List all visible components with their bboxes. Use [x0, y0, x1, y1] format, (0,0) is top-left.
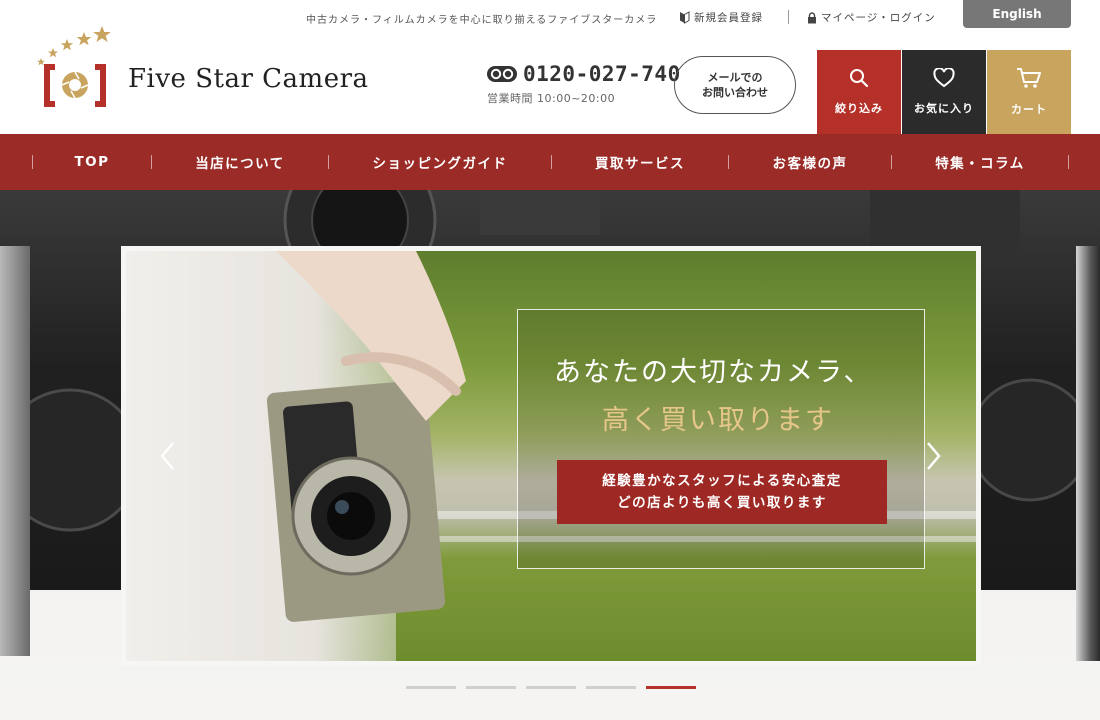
- mail-label-line1: メールでの: [707, 71, 763, 84]
- mypage-login-link[interactable]: マイページ・ログイン: [807, 10, 936, 25]
- search-icon: [850, 69, 869, 88]
- slider-dot[interactable]: [406, 686, 456, 689]
- slider-dot[interactable]: [466, 686, 516, 689]
- filter-label: 絞り込み: [835, 102, 883, 115]
- logo-emblem: [37, 26, 111, 107]
- business-hours: 営業時間 10:00~20:00: [487, 92, 616, 105]
- beginner-mark-icon: [680, 11, 690, 24]
- nav-item-shopping-guide[interactable]: ショッピングガイド: [329, 134, 551, 190]
- slider-dot-active[interactable]: [646, 686, 696, 689]
- hero-slide[interactable]: あなたの大切なカメラ、 高く買い取ります 経験豊かなスタッフによる安心査定 どの…: [121, 246, 981, 666]
- utility-divider: [788, 10, 789, 24]
- english-button[interactable]: English: [963, 0, 1071, 28]
- hero-slide-image: あなたの大切なカメラ、 高く買い取ります 経験豊かなスタッフによる安心査定 どの…: [126, 251, 976, 661]
- chevron-left-icon: [160, 442, 174, 470]
- register-link[interactable]: 新規会員登録: [679, 10, 763, 25]
- hero-cta-badge[interactable]: 経験豊かなスタッフによる安心査定 どの店よりも高く買い取ります: [557, 460, 887, 524]
- hero-copy-box: あなたの大切なカメラ、 高く買い取ります 経験豊かなスタッフによる安心査定 どの…: [517, 309, 925, 569]
- previous-slide-peek: [0, 246, 30, 656]
- hero-badge-line2: どの店よりも高く買い取ります: [617, 495, 827, 511]
- nav-item-about[interactable]: 当店について: [152, 134, 328, 190]
- filter-search-button[interactable]: 絞り込み: [817, 50, 901, 134]
- cart-icon: [1017, 68, 1041, 88]
- nav-item-top[interactable]: TOP: [33, 134, 151, 190]
- logo-wordmark: Five Star Camera: [128, 64, 369, 94]
- slider-pagination: [406, 686, 696, 689]
- phone-number-text: 0120-027-740: [523, 62, 681, 86]
- hero-headline-line2: 高く買い取ります: [602, 405, 834, 436]
- slider-dot[interactable]: [586, 686, 636, 689]
- hero-headline-line1: あなたの大切なカメラ、: [554, 357, 873, 388]
- slider-dot[interactable]: [526, 686, 576, 689]
- heart-icon: [933, 68, 955, 88]
- mail-label-line2: お問い合わせ: [702, 86, 768, 99]
- mail-inquiry-button[interactable]: メールでの お問い合わせ: [674, 56, 796, 114]
- slider-prev-arrow[interactable]: [155, 438, 179, 474]
- nav-item-features[interactable]: 特集・コラム: [892, 134, 1068, 190]
- slider-next-arrow[interactable]: [922, 438, 946, 474]
- nav-item-buyback[interactable]: 買取サービス: [552, 134, 728, 190]
- chevron-right-icon: [927, 442, 941, 470]
- cart-button[interactable]: カート: [987, 50, 1071, 134]
- site-logo[interactable]: Five Star Camera: [33, 26, 378, 110]
- site-tagline: 中古カメラ・フィルムカメラを中心に取り揃えるファイブスターカメラ: [306, 15, 658, 26]
- phone-number[interactable]: 0120-027-740: [487, 62, 681, 86]
- main-nav: TOP 当店について ショッピングガイド 買取サービス お客様の声 特集・コラム: [0, 134, 1100, 190]
- next-slide-peek: [1076, 246, 1100, 661]
- register-label: 新規会員登録: [694, 12, 763, 24]
- mypage-label: マイページ・ログイン: [821, 12, 936, 24]
- hero-badge-line1: 経験豊かなスタッフによる安心査定: [602, 473, 842, 489]
- freedial-icon: [487, 66, 517, 82]
- nav-divider: [1068, 155, 1069, 169]
- favorites-label: お気に入り: [914, 102, 974, 115]
- lock-icon: [808, 11, 816, 23]
- cart-label: カート: [1011, 103, 1047, 116]
- favorites-button[interactable]: お気に入り: [902, 50, 986, 134]
- nav-item-reviews[interactable]: お客様の声: [729, 134, 891, 190]
